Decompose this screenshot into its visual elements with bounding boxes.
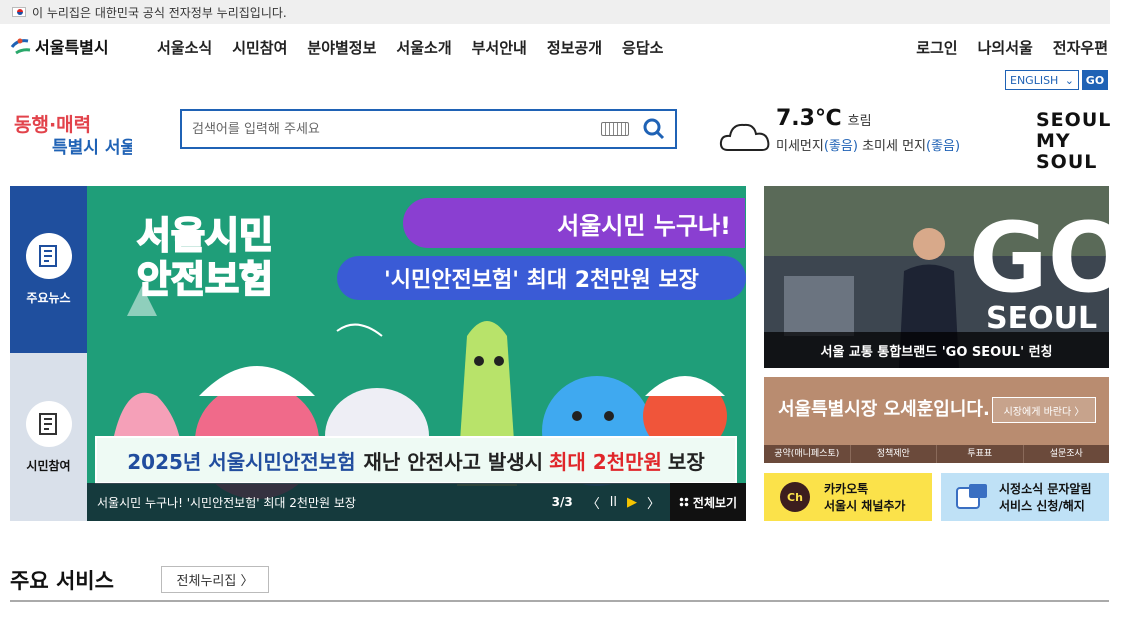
dust-label: 미세먼지 bbox=[776, 139, 824, 154]
go-seoul-caption: 서울 교통 통합브랜드 'GO SEOUL' 런칭 bbox=[764, 332, 1109, 368]
dust-info: 미세먼지(좋음) 초미세 먼지(좋음) bbox=[776, 135, 960, 154]
prev-icon[interactable]: 〈 bbox=[587, 493, 600, 512]
language-select[interactable]: ENGLISH ⌄ bbox=[1005, 70, 1079, 90]
tab-main-news-label: 주요뉴스 bbox=[26, 291, 71, 305]
strip-highlight: 최대 2천만원 bbox=[549, 449, 662, 474]
mayor-link-proposal[interactable]: 정책제안 bbox=[851, 445, 937, 463]
sms-line1: 시정소식 문자알림 bbox=[999, 482, 1092, 496]
mayor-card[interactable]: 서울특별시장 오세훈입니다. 시장에게 바란다 〉 공약(매니페스토) 정책제안… bbox=[764, 377, 1109, 463]
participation-icon bbox=[38, 412, 57, 435]
tab-icon-circle bbox=[25, 233, 72, 279]
play-icon[interactable]: ▶ bbox=[627, 495, 637, 510]
fine-dust-value: (좋음) bbox=[926, 139, 961, 154]
banner-title-line2: 안전보험 bbox=[136, 257, 274, 302]
main-banner[interactable]: 서울시민 안전보험 서울시민 누구나! '시민안전보험' 최대 2천만원 보장 … bbox=[87, 186, 746, 521]
all-sites-button[interactable]: 전체누리집 〉 bbox=[161, 566, 269, 593]
banner-caption[interactable]: 서울시민 누구나! '시민안전보험' 최대 2천만원 보장 bbox=[97, 494, 552, 511]
pause-icon[interactable]: ll bbox=[610, 495, 617, 510]
my-seoul-link[interactable]: 나의서울 bbox=[978, 37, 1033, 58]
seoul-my-soul-logo[interactable]: SEOUL MY SOUL bbox=[1036, 109, 1112, 173]
banner-pill-blue: '시민안전보험' 최대 2천만원 보장 bbox=[337, 256, 746, 300]
weather-condition: 흐림 bbox=[847, 114, 872, 129]
chevron-down-icon: ⌄ bbox=[1064, 73, 1074, 87]
dust-value: (좋음) bbox=[823, 139, 858, 154]
banner-title-line1: 서울시민 bbox=[136, 213, 274, 258]
brand-line1: SEOUL bbox=[1036, 109, 1112, 131]
nav-item-departments[interactable]: 부서안내 bbox=[472, 37, 527, 58]
logo-text: 서울특별시 bbox=[35, 38, 109, 57]
mayor-link-survey[interactable]: 설문조사 bbox=[1024, 445, 1110, 463]
slogan-logo: 동행·매력 특별시 서울 bbox=[14, 114, 132, 158]
nav-item-fields[interactable]: 분야별정보 bbox=[307, 37, 376, 58]
mayor-link-vote[interactable]: 투표표 bbox=[937, 445, 1024, 463]
weather-widget[interactable]: 7.3℃ 흐림 미세먼지(좋음) 초미세 먼지(좋음) bbox=[718, 106, 960, 156]
banner-caption-bar: 서울시민 누구나! '시민안전보험' 최대 2천만원 보장 3/3 〈 ll ▶… bbox=[87, 483, 746, 521]
tab-main-news[interactable]: 주요뉴스 bbox=[10, 186, 87, 353]
go-logo-text: GO bbox=[969, 202, 1109, 314]
view-all-button[interactable]: 전체보기 bbox=[670, 483, 746, 521]
seoul-logo-text: SEOUL bbox=[986, 301, 1097, 336]
language-selected: ENGLISH bbox=[1010, 73, 1059, 87]
brand-line2: MY SOUL bbox=[1036, 130, 1098, 173]
message-icon bbox=[956, 484, 987, 509]
slogan-line2: 특별시 서울 bbox=[52, 138, 132, 158]
services-title: 주요 서비스 bbox=[10, 569, 114, 593]
kakao-channel-banner[interactable]: Ch 카카오톡 서울시 채널추가 bbox=[764, 473, 932, 521]
fine-dust-label: 초미세 먼지 bbox=[862, 139, 926, 154]
view-all-label: 전체보기 bbox=[692, 495, 738, 510]
tab-icon-circle bbox=[25, 400, 72, 447]
login-link[interactable]: 로그인 bbox=[916, 37, 957, 58]
language-selector: ENGLISH ⌄ GO bbox=[1005, 70, 1108, 90]
tab-participation-label: 시민참여 bbox=[26, 458, 71, 473]
gov-banner-text: 이 누리집은 대한민국 공식 전자정부 누리집입니다. bbox=[32, 5, 287, 20]
strip-part1: 2025년 서울시민안전보험 bbox=[127, 449, 356, 474]
nav-item-disclosure[interactable]: 정보공개 bbox=[547, 37, 602, 58]
go-seoul-card[interactable]: GO SEOUL 서울 교통 통합브랜드 'GO SEOUL' 런칭 bbox=[764, 186, 1109, 368]
search-icon[interactable] bbox=[643, 118, 665, 140]
nav-item-about[interactable]: 서울소개 bbox=[396, 37, 451, 58]
next-icon[interactable]: 〉 bbox=[647, 493, 660, 512]
korea-flag-icon bbox=[12, 7, 26, 17]
tab-participation[interactable]: 시민참여 bbox=[10, 353, 87, 521]
temperature: 7.3℃ bbox=[776, 106, 842, 131]
services-divider bbox=[10, 600, 1109, 602]
banner-title: 서울시민 안전보험 bbox=[115, 213, 295, 302]
grid-icon bbox=[678, 497, 689, 507]
language-go-button[interactable]: GO bbox=[1082, 70, 1108, 90]
gov-banner: 이 누리집은 대한민국 공식 전자정부 누리집입니다. bbox=[0, 0, 1110, 24]
banner-pill-purple: 서울시민 누구나! bbox=[403, 198, 745, 248]
kakao-line2: 서울시 채널추가 bbox=[824, 499, 906, 513]
keyboard-icon[interactable] bbox=[601, 122, 629, 136]
banner-strip: 2025년 서울시민안전보험 재난 안전사고 발생시 최대 2천만원 보장 bbox=[95, 436, 737, 484]
kakao-line1: 카카오톡 bbox=[824, 482, 869, 496]
nav-item-response[interactable]: 응답소 bbox=[622, 37, 663, 58]
seoul-symbol-icon bbox=[10, 38, 31, 55]
news-icon bbox=[38, 245, 57, 267]
email-link[interactable]: 전자우편 bbox=[1053, 37, 1108, 58]
ask-mayor-button[interactable]: 시장에게 바란다 〉 bbox=[992, 397, 1096, 423]
main-nav: 서울소식 시민참여 분야별정보 서울소개 부서안내 정보공개 응답소 bbox=[157, 37, 663, 58]
mayor-links: 공약(매니페스토) 정책제안 투표표 설문조사 bbox=[764, 445, 1109, 463]
search-box bbox=[180, 109, 677, 149]
mayor-greeting: 서울특별시장 오세훈입니다. bbox=[778, 399, 990, 420]
nav-item-news[interactable]: 서울소식 bbox=[157, 37, 212, 58]
strip-part3: 보장 bbox=[667, 449, 705, 474]
banner-tabs: 주요뉴스 시민참여 bbox=[10, 186, 87, 521]
utility-nav: 로그인 나의서울 전자우편 bbox=[916, 37, 1108, 58]
cloud-icon bbox=[719, 123, 770, 151]
search-input[interactable] bbox=[192, 121, 601, 137]
mayor-link-manifesto[interactable]: 공약(매니페스토) bbox=[764, 445, 851, 463]
banner-pager: 3/3 bbox=[551, 495, 573, 509]
kakao-channel-icon: Ch bbox=[780, 482, 810, 512]
nav-item-participation[interactable]: 시민참여 bbox=[232, 37, 287, 58]
sms-alert-banner[interactable]: 시정소식 문자알림 서비스 신청/해지 bbox=[941, 473, 1109, 521]
strip-part2: 재난 안전사고 발생시 bbox=[363, 449, 544, 474]
seoul-logo[interactable]: 서울특별시 bbox=[10, 34, 109, 58]
sms-line2: 서비스 신청/해지 bbox=[999, 499, 1085, 513]
slogan-line1: 동행·매력 bbox=[14, 114, 91, 136]
